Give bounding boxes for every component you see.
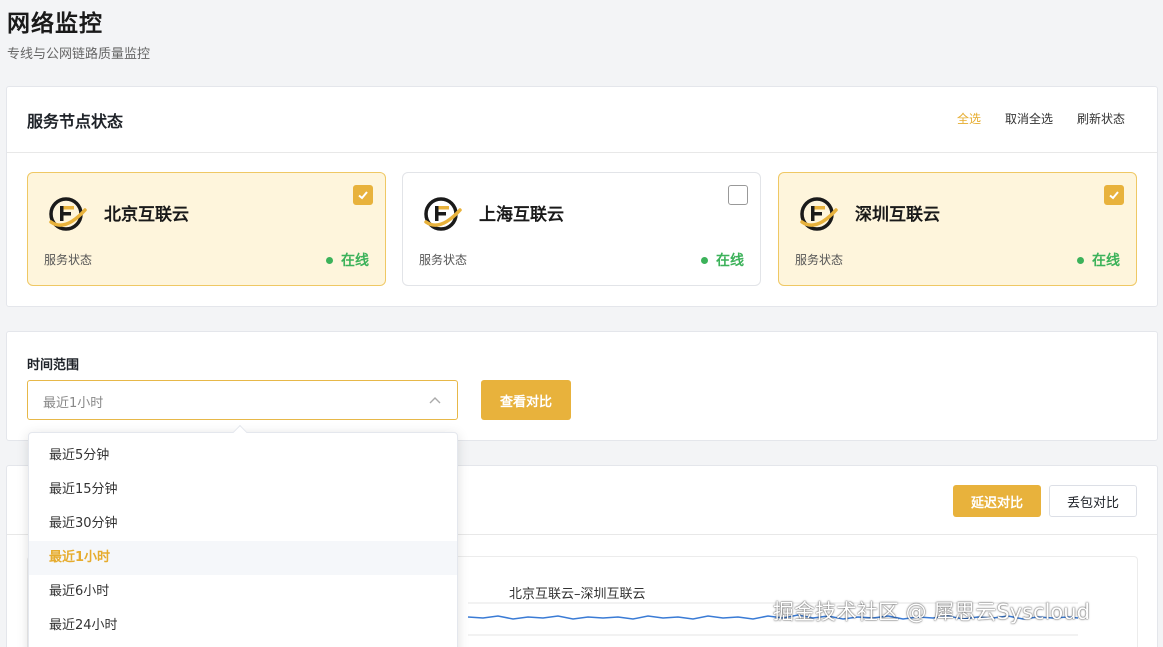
node-name: 深圳互联云	[855, 205, 940, 225]
nodes-panel-title: 服务节点状态	[27, 112, 124, 131]
packet-loss-compare-tab[interactable]: 丢包对比	[1049, 485, 1137, 517]
time-option[interactable]: 最近5分钟	[29, 439, 457, 473]
time-option[interactable]: 最近24小时	[29, 609, 457, 643]
node-checkbox[interactable]	[353, 185, 373, 205]
node-status-text: 在线	[1092, 253, 1120, 269]
node-name: 上海互联云	[479, 205, 564, 225]
page-title: 网络监控	[7, 11, 103, 37]
node-card-shenzhen[interactable]: 深圳互联云 服务状态 在线	[778, 172, 1137, 286]
nodes-panel-header: 服务节点状态 全选 取消全选 刷新状态	[7, 87, 1157, 153]
time-range-selected-value: 最近1小时	[43, 396, 104, 411]
node-name: 北京互联云	[104, 205, 189, 225]
node-status: 在线	[326, 250, 369, 270]
select-all-button[interactable]: 全选	[945, 111, 993, 127]
service-nodes-panel: 服务节点状态 全选 取消全选 刷新状态 北京互联云 服务状态 在线 上海互联云 …	[6, 86, 1158, 307]
time-range-select[interactable]: 最近1小时	[27, 380, 458, 420]
status-dot-icon	[1077, 256, 1084, 264]
page-subtitle: 专线与公网链路质量监控	[7, 47, 151, 62]
status-dot-icon	[701, 256, 708, 264]
nodes-panel-actions: 全选 取消全选 刷新状态	[945, 111, 1137, 127]
check-icon	[1109, 191, 1119, 200]
network-monitor-page: 网络监控 专线与公网链路质量监控 服务节点状态 全选 取消全选 刷新状态 北京互…	[0, 0, 1163, 647]
syscloud-logo-icon	[424, 197, 462, 231]
time-option[interactable]: 最近15分钟	[29, 473, 457, 507]
check-icon	[358, 191, 368, 200]
refresh-status-button[interactable]: 刷新状态	[1065, 111, 1137, 127]
node-status-text: 在线	[716, 253, 744, 269]
time-option-selected[interactable]: 最近1小时	[29, 541, 457, 575]
node-status: 在线	[701, 250, 744, 270]
syscloud-logo-icon	[49, 197, 87, 231]
syscloud-logo-icon	[800, 197, 838, 231]
node-card-shanghai[interactable]: 上海互联云 服务状态 在线	[402, 172, 761, 286]
deselect-all-button[interactable]: 取消全选	[993, 111, 1065, 127]
node-status-label: 服务状态	[795, 253, 844, 267]
node-checkbox[interactable]	[728, 185, 748, 205]
view-compare-button[interactable]: 查看对比	[481, 380, 571, 420]
time-range-options: 最近5分钟 最近15分钟 最近30分钟 最近1小时 最近6小时 最近24小时	[29, 433, 457, 643]
latency-compare-tab[interactable]: 延迟对比	[953, 485, 1041, 517]
node-status: 在线	[1077, 250, 1120, 270]
watermark: 掘金技术社区 @ 犀思云Syscloud	[773, 600, 1090, 624]
time-option[interactable]: 最近6小时	[29, 575, 457, 609]
node-status-label: 服务状态	[419, 253, 468, 267]
node-card-beijing[interactable]: 北京互联云 服务状态 在线	[27, 172, 386, 286]
time-range-label: 时间范围	[27, 358, 80, 373]
time-range-panel: 时间范围 最近1小时 查看对比	[6, 331, 1158, 441]
status-dot-icon	[326, 256, 333, 264]
node-status-label: 服务状态	[44, 253, 93, 267]
chevron-up-icon	[429, 397, 441, 404]
node-status-text: 在线	[341, 253, 369, 269]
node-checkbox[interactable]	[1104, 185, 1124, 205]
time-range-dropdown: 最近5分钟 最近15分钟 最近30分钟 最近1小时 最近6小时 最近24小时	[28, 424, 458, 647]
time-option[interactable]: 最近30分钟	[29, 507, 457, 541]
